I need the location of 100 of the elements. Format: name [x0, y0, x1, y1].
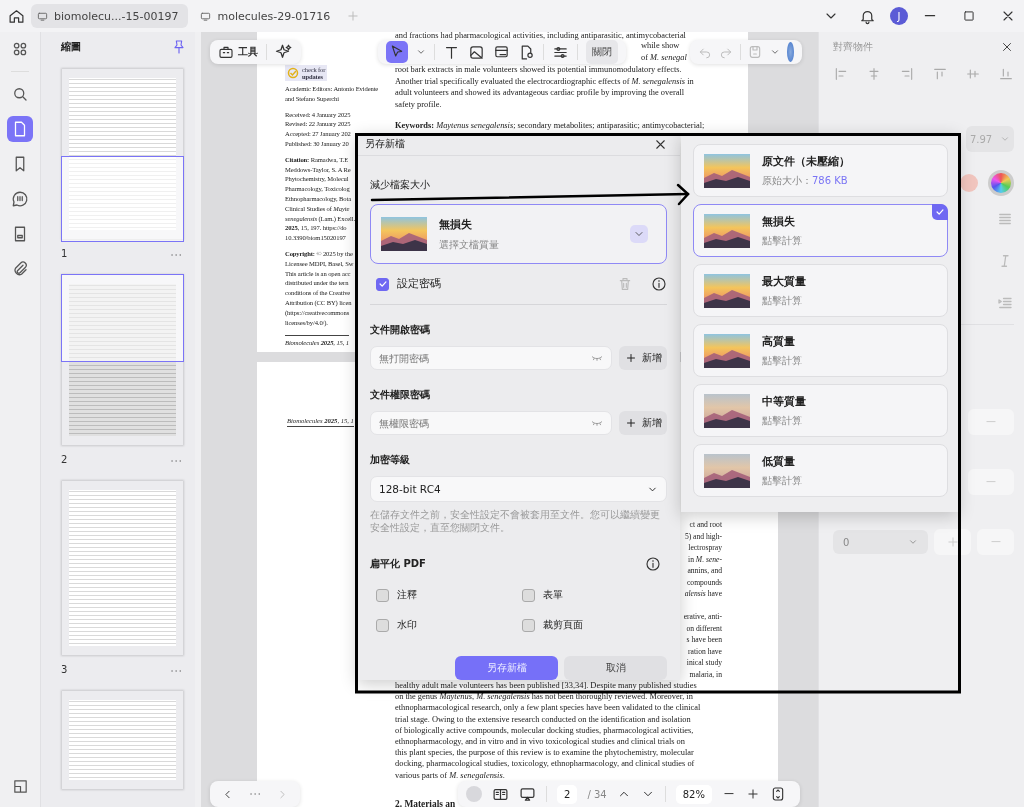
- check-icon: [377, 279, 388, 289]
- align-icon: [998, 66, 1014, 82]
- quality-option[interactable]: 高質量 點擊計算: [693, 324, 948, 377]
- landscape-thumbnail: [381, 217, 427, 251]
- document-tab[interactable]: molecules-29-01716: [194, 4, 341, 28]
- image-icon: [468, 43, 485, 61]
- plus-icon: [945, 535, 960, 549]
- align-icon: [965, 66, 981, 82]
- checkbox[interactable]: [376, 618, 389, 632]
- plus-icon: [624, 352, 637, 364]
- minus-icon: [984, 480, 998, 484]
- quality-option[interactable]: 低質量 點擊計算: [693, 444, 948, 497]
- user-avatar[interactable]: J: [890, 7, 908, 25]
- chevron-down-icon: [770, 47, 781, 57]
- zoom-field[interactable]: 82%: [675, 784, 712, 804]
- monitor-icon: [200, 10, 212, 22]
- cancel-button[interactable]: 取消: [564, 656, 667, 680]
- text-line: of M. senegal: [641, 52, 687, 64]
- dropdown-button[interactable]: [630, 225, 648, 243]
- page-button[interactable]: [7, 116, 33, 142]
- maximize-button[interactable]: [962, 9, 976, 23]
- image-tool-icon[interactable]: [468, 43, 485, 61]
- home-icon: [8, 7, 25, 25]
- landscape-thumbnail: [704, 273, 750, 308]
- color-wheel-icon[interactable]: [988, 170, 1014, 196]
- select-tool-button[interactable]: [386, 41, 408, 63]
- password-field[interactable]: 無打開密碼: [370, 346, 612, 370]
- zoom-out-button[interactable]: [721, 792, 736, 796]
- chevron-down-icon: [1000, 134, 1011, 144]
- add-button[interactable]: 新增: [619, 411, 667, 435]
- paragraph: healthy adult male volunteers has been published [33,34]. Despite many published studies on the genus Maytenus, M. senegalensis has not been thoroughly reviewed. Moreover, in ethnopharmacological research, only a few plant species have been validated to the clinical trial stage. Owing to the extensive research conducted on the identification and isolation of biologically active compounds, molecular docking studies, pharmacological activities, ethnopharmacology, and in vitro and in vivo toxicological studies and clinical trials on this plant species, the purpose of this review is to examine the phytochemistry, molecular docking, pharmacological studies, toxicology, ethnopharmacology, and clinical studies of various parts of M. senegalensis.: [395, 680, 702, 781]
- cursor-icon: [389, 44, 405, 60]
- assistant-icon[interactable]: [787, 42, 794, 62]
- plus-icon: [346, 9, 361, 23]
- quality-option[interactable]: 中等質量 點擊計算: [693, 384, 948, 437]
- password-field[interactable]: 無權限密碼: [370, 411, 612, 435]
- checkbox-label: 水印: [397, 618, 417, 632]
- panel-title: 對齊物件: [833, 40, 873, 54]
- page-count: / 34: [587, 788, 607, 800]
- plus-icon: [624, 417, 637, 429]
- landscape-thumbnail: [704, 393, 750, 428]
- dropdown-icon[interactable]: [770, 47, 781, 57]
- security-note: 在儲存文件之前，安全性設定不會被套用至文件。您可以繼續變更安全性設定，直至您關閉文件。: [370, 508, 661, 534]
- layout-icon: [11, 777, 29, 795]
- checkbox[interactable]: [376, 588, 389, 602]
- page-number: 1: [61, 248, 68, 261]
- checkbox[interactable]: [521, 588, 535, 602]
- quality-option[interactable]: 最大質量 點擊計算: [693, 264, 948, 317]
- checkbox-label: 設定密碼: [397, 277, 441, 291]
- panel-title: 縮圖: [61, 40, 81, 54]
- paperclip-icon: [11, 260, 29, 278]
- align-icon: [866, 66, 882, 82]
- plus-icon: [745, 787, 760, 801]
- paragraph: Keywords: Maytenus senegalensis; secondary metabolites; antiparasitic; antimycobacterial;: [395, 120, 706, 132]
- save-as-button[interactable]: 另存新檔: [455, 656, 558, 680]
- screen-icon: [519, 785, 536, 803]
- quality-option[interactable]: 無損失 點擊計算: [693, 204, 948, 257]
- check-icon: [935, 207, 945, 217]
- minimize-button[interactable]: [922, 14, 938, 18]
- checkbox-label: 裁剪頁面: [542, 618, 583, 632]
- dropdown-icon[interactable]: [416, 47, 426, 57]
- text-line: and fractions had pharmacological activities, including antiparasitic, antimycobacterial: [395, 32, 687, 40]
- close-panel-button[interactable]: [1000, 40, 1014, 54]
- checkbox-label: 注釋: [397, 588, 417, 602]
- chat-bubble-icon: [11, 190, 29, 208]
- section-heading: 2. Materials an: [395, 798, 456, 807]
- close-icon: [1000, 40, 1014, 54]
- page-number-field[interactable]: 2: [557, 784, 578, 804]
- dialog-title: 另存新檔: [365, 137, 405, 151]
- chevron-down-icon: [416, 47, 426, 57]
- field-label: 加密等級: [370, 453, 411, 467]
- pin-button[interactable]: [171, 39, 187, 55]
- check-circle-icon: [287, 67, 299, 79]
- present-icon[interactable]: [519, 785, 536, 803]
- landscape-thumbnail: [704, 213, 750, 248]
- landscape-thumbnail: [704, 333, 750, 368]
- text-line: while show: [641, 40, 680, 52]
- toolbox-icon: [218, 44, 234, 60]
- field-label: 文件開啟密碼: [370, 323, 431, 337]
- align-icon: [932, 66, 948, 82]
- add-button[interactable]: 新增: [619, 346, 667, 370]
- chevron-down-icon: [908, 537, 919, 547]
- quality-select[interactable]: 無損失 選擇文檔質量: [370, 204, 667, 264]
- zoom-in-button[interactable]: [745, 787, 760, 801]
- pin-icon: [171, 39, 187, 55]
- minus-icon: [984, 420, 998, 424]
- landscape-thumbnail: [704, 453, 750, 488]
- search-icon: [11, 85, 29, 103]
- section-title: 扁平化 PDF: [370, 557, 426, 571]
- encryption-select[interactable]: 128-bit RC4: [370, 476, 667, 502]
- checkbox[interactable]: [521, 618, 535, 632]
- section-title: 減少檔案大小: [370, 178, 431, 192]
- checkbox[interactable]: [376, 277, 389, 291]
- close-edit-button[interactable]: 關閉: [586, 40, 618, 64]
- field-label: 文件權限密碼: [370, 388, 431, 402]
- quality-option[interactable]: 原文件（未壓縮） 原始大小：786 KB: [693, 144, 948, 197]
- home-button[interactable]: [8, 7, 25, 25]
- page-number: 3: [61, 664, 68, 677]
- landscape-thumbnail: [704, 153, 750, 188]
- document-tab[interactable]: biomolecu...-15-00197: [31, 4, 189, 28]
